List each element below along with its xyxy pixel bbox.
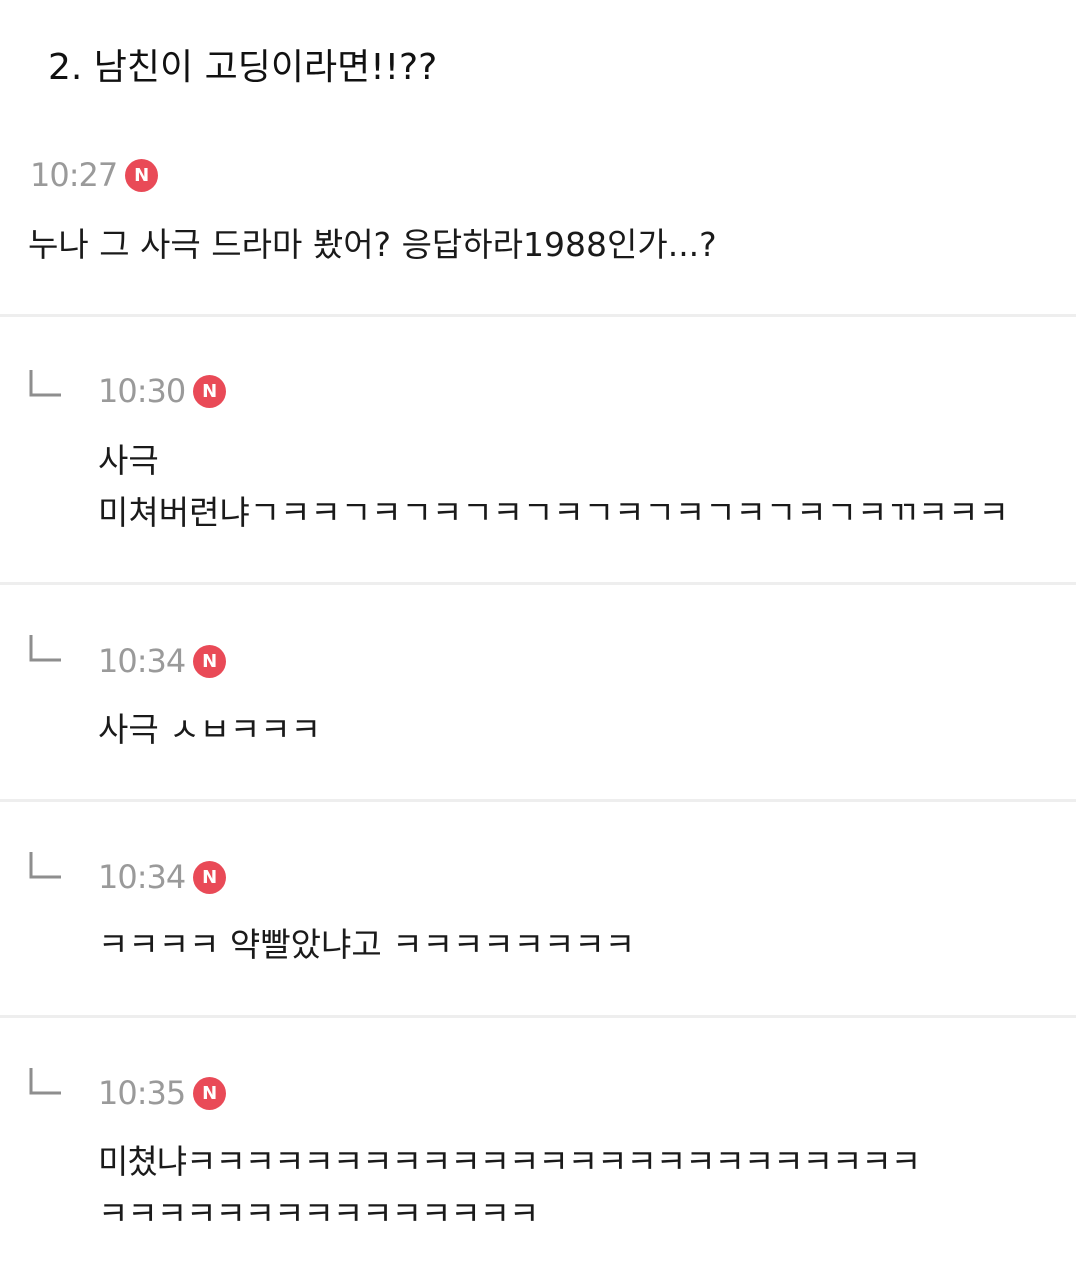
new-badge-icon: N [125, 158, 159, 192]
comment-text: 사극 [98, 441, 159, 480]
new-badge-icon: N [193, 1076, 227, 1110]
reply-arrow-icon [29, 635, 61, 662]
divider [0, 799, 1076, 802]
comment-text: 미쳐버련냐ㄱㅋㅋㄱㅋㄱㅋㄱㅋㄱㅋㄱㅋㄱㅋㄱㅋㄱㅋㄱㅋㄲㅋㅋㅋ [98, 493, 1009, 532]
comment-meta: 10:30 N [98, 371, 227, 411]
divider [0, 582, 1076, 585]
comment-text: 누나 그 사극 드라마 봤어? 응답하라1988인가...? [28, 225, 717, 264]
comment-text: ㅋㅋㅋㅋㅋㅋㅋㅋㅋㅋㅋㅋㅋㅋㅋ [98, 1194, 539, 1233]
reply-arrow-icon [29, 1068, 61, 1095]
comment-meta: 10:35 N [98, 1073, 227, 1113]
comment-text: ㅋㅋㅋㅋ 약빨았냐고 ㅋㅋㅋㅋㅋㅋㅋㅋ [98, 925, 636, 964]
comment-text: 미쳤냐ㅋㅋㅋㅋㅋㅋㅋㅋㅋㅋㅋㅋㅋㅋㅋㅋㅋㅋㅋㅋㅋㅋㅋㅋㅋ [98, 1142, 921, 1181]
new-badge-icon: N [193, 860, 227, 894]
new-badge-icon: N [193, 374, 227, 408]
new-badge-icon: N [193, 644, 227, 678]
comment-time: 10:35 [98, 1074, 186, 1112]
comment-time: 10:30 [98, 372, 186, 410]
comment-text: 사극 ㅅㅂㅋㅋㅋ [98, 710, 322, 749]
comment-time: 10:27 [30, 156, 118, 194]
reply-arrow-icon [29, 370, 61, 397]
page-title: 2. 남친이 고딩이라면!!?? [48, 47, 438, 88]
comment-meta: 10:34 N [98, 857, 227, 897]
comment-time: 10:34 [98, 858, 186, 896]
comment-meta: 10:27 N [30, 155, 159, 195]
divider [0, 314, 1076, 317]
divider [0, 1015, 1076, 1018]
comment-meta: 10:34 N [98, 641, 227, 681]
comment-time: 10:34 [98, 642, 186, 680]
reply-arrow-icon [29, 852, 61, 879]
